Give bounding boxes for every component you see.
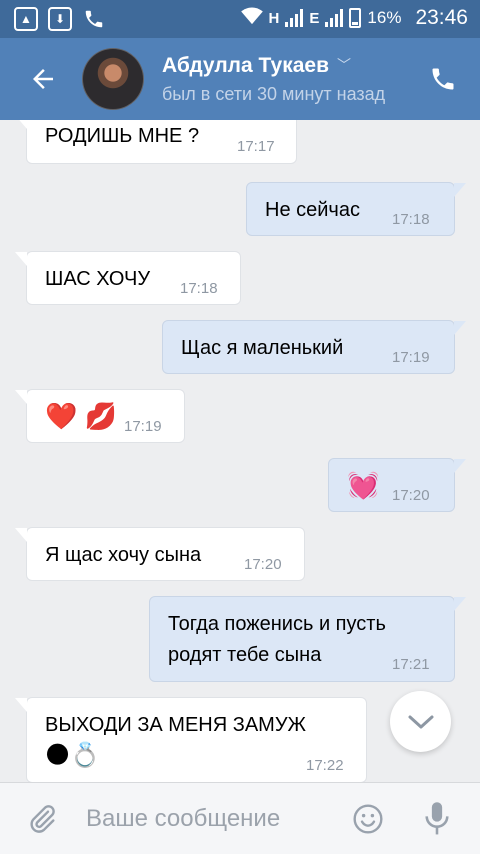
message-text: ШАС ХОЧУ <box>45 268 151 290</box>
gallery-notification-icon: ▲ <box>14 7 38 31</box>
status-bar: ▲ ⬇ H E 16% 23:46 <box>0 0 480 38</box>
download-notification-icon: ⬇ <box>48 7 72 31</box>
message-text: Я щас хочу сына <box>45 544 202 566</box>
paperclip-icon <box>30 805 55 833</box>
message-time: 17:18 <box>392 211 430 228</box>
message-text-line-1: Тогда поженись и пусть <box>168 613 386 635</box>
message-emoji: 💓 <box>347 470 380 500</box>
emoji-button[interactable] <box>350 801 386 837</box>
last-seen-status: был в сети 30 минут назад <box>162 84 386 104</box>
battery-percent: 16% <box>367 8 402 27</box>
message-incoming[interactable]: ВЫХОДИ ЗА МЕНЯ ЗАМУЖ 🌑💍 17:22 <box>15 697 367 782</box>
message-time: 17:22 <box>306 757 344 774</box>
contact-name[interactable]: Абдулла Тукаев ﹀ <box>162 54 351 78</box>
message-time: 17:18 <box>180 280 218 297</box>
signal-2-icon <box>325 9 344 27</box>
message-time: 17:19 <box>392 349 430 366</box>
message-text: РОДИШЬ МНЕ ? <box>45 125 200 147</box>
call-button[interactable] <box>428 64 458 94</box>
message-input[interactable]: Ваше сообщение <box>86 805 280 833</box>
message-text-line-2: родят тебе сына <box>168 644 322 666</box>
message-time: 17:17 <box>237 138 275 155</box>
message-incoming[interactable]: ❤️ 💋 17:19 <box>15 389 185 443</box>
chevron-down-icon <box>408 715 433 728</box>
message-time: 17:21 <box>392 656 430 673</box>
message-time: 17:20 <box>244 556 282 573</box>
message-time: 17:19 <box>124 418 162 435</box>
back-button[interactable] <box>26 62 60 96</box>
message-text: Не сейчас <box>265 199 360 221</box>
attach-button[interactable] <box>24 801 60 837</box>
message-text-line-1: ВЫХОДИ ЗА МЕНЯ ЗАМУЖ <box>45 714 306 736</box>
message-text: Щас я маленький <box>181 337 344 359</box>
message-emoji: 🌑💍 <box>45 742 100 769</box>
message-incoming[interactable]: Я щас хочу сына 17:20 <box>15 527 305 581</box>
network-e-label: E <box>309 9 320 27</box>
voice-message-button[interactable] <box>420 799 454 839</box>
message-incoming[interactable]: ШАС ХОЧУ 17:18 <box>15 251 241 305</box>
wifi-icon <box>240 6 263 30</box>
message-outgoing[interactable]: Не сейчас 17:18 <box>246 182 466 236</box>
message-outgoing[interactable]: Щас я маленький 17:19 <box>162 320 466 374</box>
clock: 23:46 <box>415 6 468 29</box>
message-time: 17:20 <box>392 487 430 504</box>
call-notification-icon <box>82 7 106 31</box>
message-list[interactable]: РОДИШЬ МНЕ ? 17:17 Не сейчас 17:18 ШАС Х… <box>0 120 480 782</box>
signal-1-icon <box>285 9 304 27</box>
chevron-down-icon: ﹀ <box>337 57 352 73</box>
phone-icon <box>432 68 454 90</box>
network-h-label: H <box>268 9 280 27</box>
arrow-left-icon <box>33 69 53 89</box>
message-emoji: ❤️ 💋 <box>45 401 117 431</box>
battery-icon <box>349 8 362 28</box>
chat-header: Абдулла Тукаев ﹀ был в сети 30 минут наза… <box>0 38 480 120</box>
message-composer: Ваше сообщение <box>0 782 480 854</box>
smile-icon <box>353 804 383 834</box>
avatar[interactable] <box>82 48 144 110</box>
message-outgoing[interactable]: Тогда поженись и пусть родят тебе сына 1… <box>149 596 466 682</box>
contact-name-text: Абдулла Тукаев <box>162 54 330 77</box>
message-incoming[interactable]: РОДИШЬ МНЕ ? 17:17 <box>15 120 297 164</box>
microphone-icon <box>425 802 449 835</box>
scroll-to-bottom-button[interactable] <box>390 691 451 752</box>
message-outgoing[interactable]: 💓 17:20 <box>328 458 466 512</box>
